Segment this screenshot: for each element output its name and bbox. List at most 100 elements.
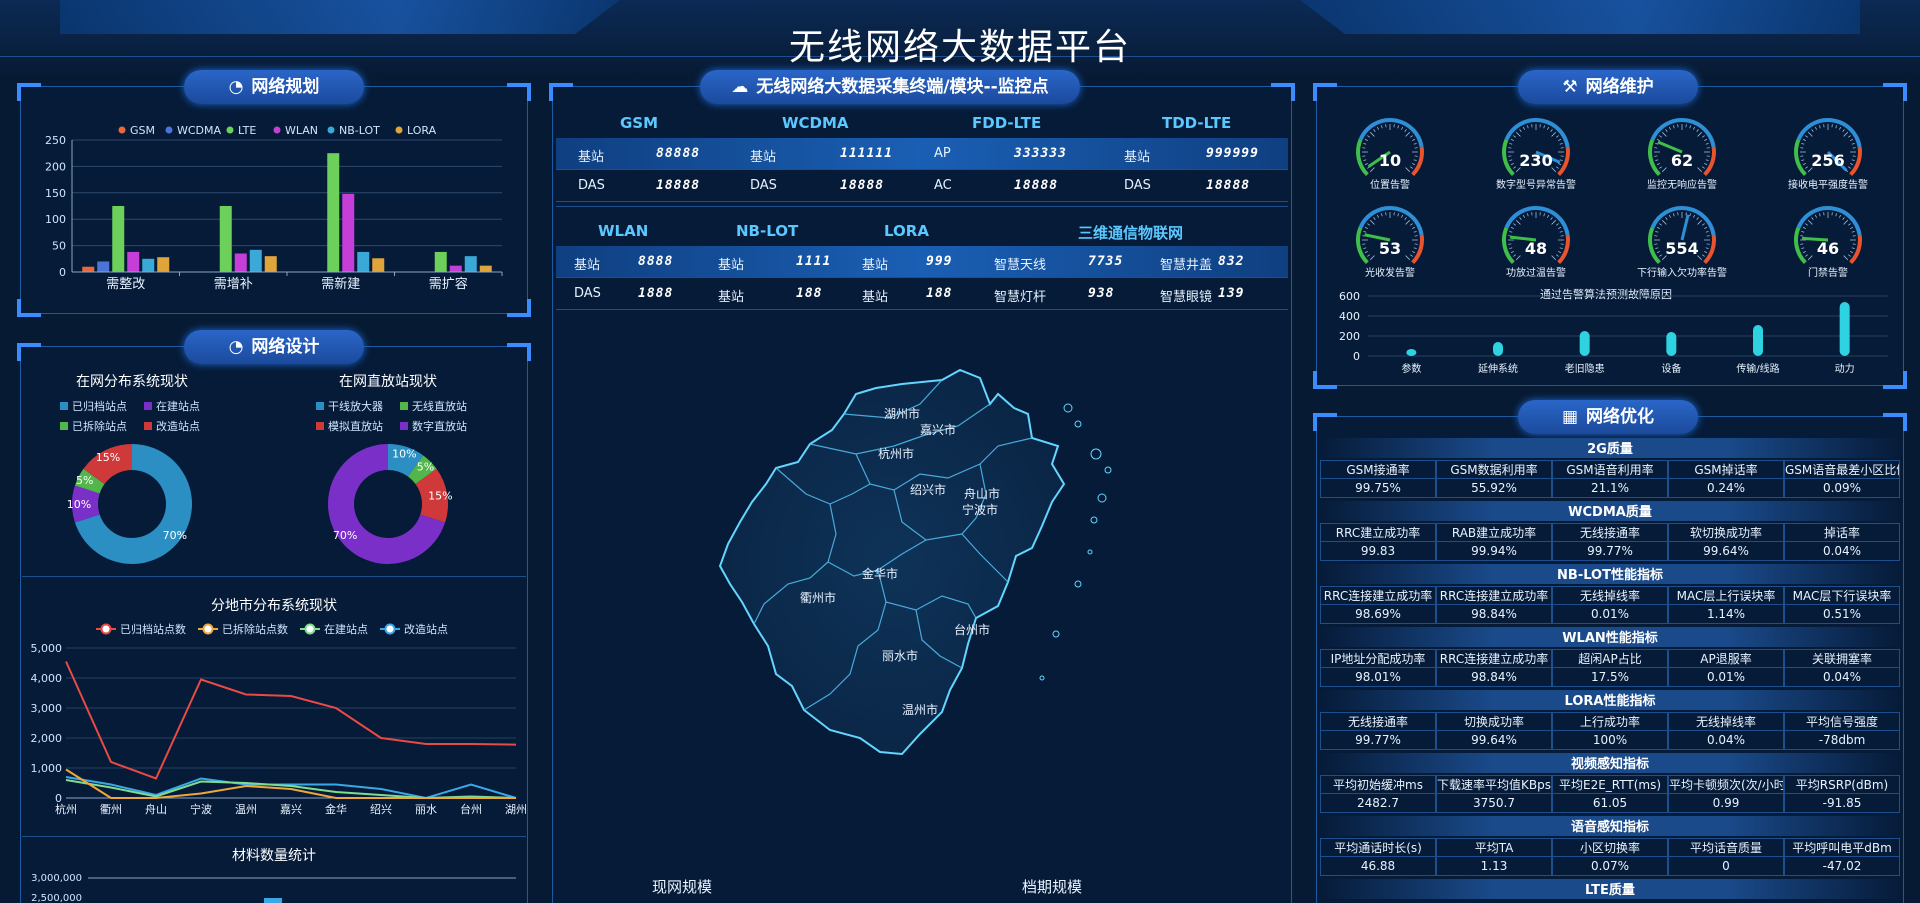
- gauge-tick: [1851, 230, 1855, 233]
- legend-marker: [400, 422, 408, 430]
- gauge-value: 62: [1671, 151, 1693, 170]
- metric-value: 99.75%: [1320, 479, 1436, 498]
- gauge-tick: [1526, 125, 1529, 129]
- metric-header: 平均通话时长(s): [1320, 838, 1436, 857]
- bar: [342, 193, 355, 272]
- legend-marker: [316, 422, 324, 430]
- gauge-tick: [1513, 166, 1517, 169]
- metric-value: 55.92%: [1436, 479, 1552, 498]
- gauge-tick: [1412, 250, 1416, 254]
- gauge-tick: [1559, 159, 1563, 162]
- metric-value-row: 98.69% 98.84% 0.01% 1.14% 0.51%: [1320, 605, 1900, 624]
- island: [1097, 493, 1107, 503]
- gauge-tick: [1413, 247, 1417, 250]
- gauge-tick: [1696, 129, 1699, 133]
- metric-header: 无线接通率: [1320, 712, 1436, 731]
- cell-label: 智慧眼镜: [1160, 290, 1213, 305]
- page-title: 无线网络大数据平台: [788, 27, 1131, 68]
- legend-marker: [327, 126, 335, 134]
- y-tick-label: 3,000,000: [31, 873, 82, 884]
- bar: [479, 265, 492, 272]
- gauge-tick: [1805, 166, 1809, 169]
- gauge-tick: [1513, 223, 1517, 226]
- gauge-tick: [1659, 135, 1663, 138]
- design-title: 网络设计: [251, 337, 320, 357]
- cell-value: 1111: [796, 254, 832, 269]
- x-tick-label: 衢州: [100, 803, 122, 816]
- island: [1039, 675, 1045, 681]
- bar: [97, 261, 110, 272]
- gauge-tick: [1689, 125, 1692, 129]
- gauge-tick: [1668, 126, 1672, 130]
- bar: [449, 265, 462, 272]
- legend-marker: [165, 126, 173, 134]
- gauge-arc-low: [1648, 226, 1661, 265]
- island: [1090, 448, 1102, 460]
- gauge-label: 位置告警: [1370, 178, 1410, 191]
- y-tick-label: 600: [1339, 290, 1360, 303]
- metric-value: 0: [1668, 857, 1784, 876]
- gauge-tick: [1559, 247, 1563, 250]
- section-title: LORA性能指标: [1320, 690, 1900, 710]
- gauge-tick: [1802, 226, 1806, 230]
- gauge-value: 230: [1519, 151, 1552, 170]
- legend-marker: [395, 126, 403, 134]
- metric-value: 98.69%: [1320, 605, 1436, 624]
- gauge-tick: [1697, 167, 1703, 173]
- x-tick-label: 金华: [325, 802, 347, 816]
- metric-value: 0.01%: [1668, 668, 1784, 687]
- monitor-title-pill[interactable]: ☁ 无线网络大数据采集终端/模块--监控点: [700, 70, 1080, 104]
- cell-label: AC: [934, 178, 952, 193]
- gauge-tick: [1519, 217, 1522, 221]
- planning-title-pill[interactable]: ◔ 网络规划: [184, 70, 364, 104]
- optimization-title-pill[interactable]: ▦ 网络优化: [1518, 400, 1698, 434]
- gauge-arc-high: [1411, 146, 1424, 177]
- metric-value: 17.5%: [1552, 668, 1668, 687]
- x-tick-label: 需整改: [106, 277, 145, 292]
- gauge-tick: [1842, 129, 1845, 133]
- metric-value: 0.09%: [1784, 479, 1900, 498]
- maintenance-title-pill[interactable]: ⚒ 网络维护: [1518, 70, 1698, 104]
- gauge-tick: [1519, 129, 1522, 133]
- metric-header: 平均信号强度: [1784, 712, 1900, 731]
- gauge-value: 256: [1811, 151, 1844, 170]
- metric-header: 无线接通率: [1552, 523, 1668, 542]
- legend-label: NB-LOT: [339, 124, 380, 137]
- metric-value: 3750.7: [1436, 794, 1552, 813]
- y-tick-label: 0: [1353, 350, 1360, 363]
- city-line-chart: 分地市分布系统现状已归档站点数 已拆除站点数 在建站点 改造站点01,0002,000…: [31, 597, 527, 816]
- design-title-pill[interactable]: ◔ 网络设计: [184, 330, 364, 364]
- gauge-tick: [1659, 166, 1663, 169]
- metric-header-row: 平均初始缓冲ms 下载速率平均值KBps 平均E2E_RTT(ms) 平均卡顿频次(次…: [1320, 775, 1900, 794]
- metric-header: IP地址分配成功率: [1320, 649, 1436, 668]
- island: [1087, 549, 1093, 555]
- bar: [219, 206, 232, 272]
- gauge-arc-low: [1356, 226, 1369, 265]
- cell-value: 832: [1218, 254, 1245, 269]
- section-divider: [556, 206, 1288, 207]
- gauge-tick: [1692, 126, 1696, 130]
- panel-corner: [507, 83, 531, 101]
- legend-marker: [144, 422, 152, 430]
- gauge-arc-low: [1356, 138, 1369, 177]
- slice-label: 10%: [392, 448, 416, 461]
- column-header: 三维通信物联网: [1078, 224, 1184, 242]
- gauge-arc-low: [1794, 226, 1807, 265]
- gauge-tick: [1843, 131, 1849, 137]
- y-tick-label: 50: [52, 240, 66, 253]
- cell-value: 88888: [656, 146, 701, 161]
- zhejiang-map[interactable]: 湖州市嘉兴市杭州市绍兴市 舟山市宁波市金华市衢州市台州市丽水市温州市: [560, 320, 1284, 880]
- cell-value: 139: [1218, 286, 1245, 301]
- legend-label: 已拆除站点: [72, 419, 127, 433]
- city-label: 温州市: [902, 702, 938, 717]
- city-label: 台州市: [954, 622, 990, 637]
- legend-label: 在建站点: [324, 622, 368, 636]
- legend-marker: [384, 623, 396, 635]
- legend-marker: [100, 623, 112, 635]
- gauge-tick: [1842, 217, 1845, 221]
- gauge-tick: [1550, 129, 1553, 133]
- legend-label: 在建站点: [156, 399, 200, 413]
- gauge-tick: [1805, 223, 1809, 226]
- gauge-tick: [1802, 138, 1806, 142]
- gauge-tick: [1413, 159, 1417, 162]
